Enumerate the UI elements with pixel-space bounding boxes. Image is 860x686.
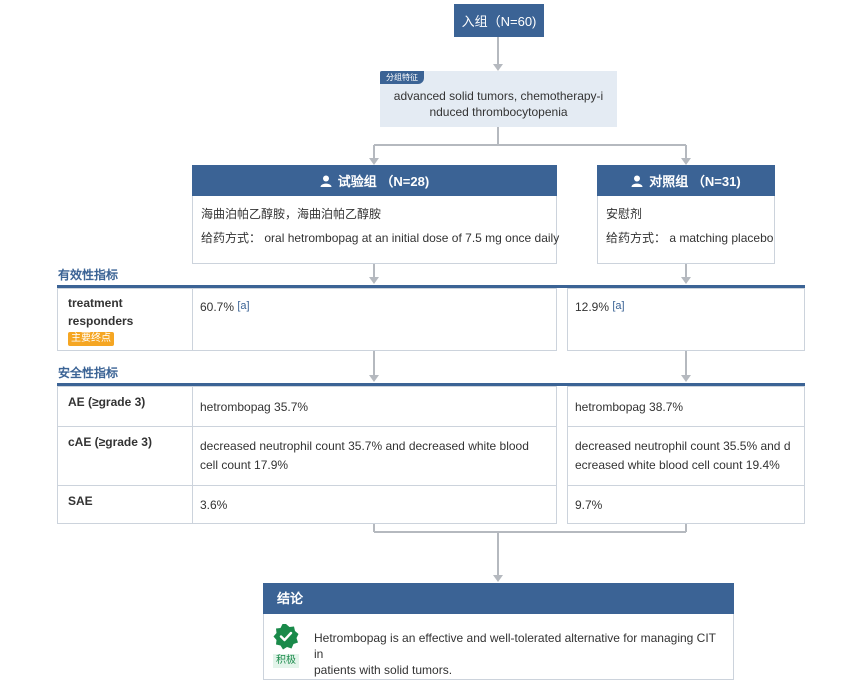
conclusion-line1: Hetrombopag is an effective and well-tol… xyxy=(314,631,716,661)
efficacy-control-value: 12.9% [a] xyxy=(567,288,805,351)
trial-arm-admin: 给药方式： oral hetrombopag at an initial dos… xyxy=(201,230,559,246)
safety-section-title: 安全性指标 xyxy=(58,366,119,380)
cae-trial-value: decreased neutrophil count 35.7% and dec… xyxy=(192,426,557,486)
ae-trial-value: hetrombopag 35.7% xyxy=(192,386,557,427)
sae-trial-value: 3.6% xyxy=(192,485,557,524)
cae-control-line2: ecreased white blood cell count 19.4% xyxy=(575,458,780,472)
conclusion-body: 积极 Hetrombopag is an effective and well-… xyxy=(263,614,734,680)
efficacy-row-label: treatment responders 主要终点 xyxy=(57,288,193,351)
trial-arm: 试验组 （N=28) 海曲泊帕乙醇胺，海曲泊帕乙醇胺 给药方式： oral he… xyxy=(192,165,559,264)
admin-text: oral hetrombopag at an initial dose of 7… xyxy=(261,231,560,245)
positive-rating-label: 积极 xyxy=(273,654,299,668)
control-arm-drug: 安慰剂 xyxy=(606,207,643,221)
admin-label: 给药方式： xyxy=(201,231,262,245)
check-badge-icon xyxy=(273,624,299,650)
cae-trial-line1: decreased neutrophil count 35.7% and dec… xyxy=(200,439,529,453)
footnote-ref[interactable]: [a] xyxy=(612,300,624,312)
row-label-line1: treatment xyxy=(68,296,123,310)
cae-control-line1: decreased neutrophil count 35.5% and d xyxy=(575,439,791,453)
control-arm: 对照组 （N=31) 安慰剂 给药方式： a matching placebo xyxy=(597,165,775,264)
efficacy-value: 12.9% xyxy=(575,300,610,314)
cae-label: cAE (≥grade 3) xyxy=(68,435,152,449)
cae-control-value: decreased neutrophil count 35.5% and d e… xyxy=(567,426,805,486)
admin-label: 给药方式： xyxy=(606,231,667,245)
efficacy-value: 60.7% xyxy=(200,300,235,314)
group-feature-line1: advanced solid tumors, chemotherapy-i xyxy=(393,89,604,103)
ae-label: AE (≥grade 3) xyxy=(68,395,146,409)
enrollment-box: 入组（N=60) xyxy=(454,4,544,37)
admin-text: a matching placebo xyxy=(666,231,774,245)
conclusion-text: Hetrombopag is an effective and well-tol… xyxy=(314,630,724,678)
safety-row-label: AE (≥grade 3) xyxy=(57,386,193,427)
user-icon xyxy=(320,175,332,187)
control-arm-body: 安慰剂 给药方式： a matching placebo xyxy=(597,196,775,264)
trial-arm-title: 试验组 （N=28) xyxy=(337,174,430,189)
enrollment-label: 入组（N=60) xyxy=(461,14,537,29)
sae-control-value: 9.7% xyxy=(567,485,805,524)
efficacy-section-title: 有效性指标 xyxy=(58,268,119,282)
trial-arm-header: 试验组 （N=28) xyxy=(192,165,557,196)
safety-row-label: cAE (≥grade 3) xyxy=(57,426,193,486)
cae-trial-line2: cell count 17.9% xyxy=(200,458,289,472)
ae-control-value: hetrombopag 38.7% xyxy=(567,386,805,427)
footnote-ref[interactable]: [a] xyxy=(237,300,249,312)
trial-arm-drug: 海曲泊帕乙醇胺，海曲泊帕乙醇胺 xyxy=(201,207,382,221)
control-arm-title: 对照组 （N=31) xyxy=(649,174,741,189)
sae-label: SAE xyxy=(68,494,93,508)
group-feature-line2: nduced thrombocytopenia xyxy=(429,105,568,119)
group-feature-tag: 分组特征 xyxy=(380,71,424,84)
trial-arm-body: 海曲泊帕乙醇胺，海曲泊帕乙醇胺 给药方式： oral hetrombopag a… xyxy=(192,196,559,264)
efficacy-trial-value: 60.7% [a] xyxy=(192,288,557,351)
conclusion-header: 结论 xyxy=(263,583,734,614)
user-icon xyxy=(631,175,643,187)
row-label-line2: responders xyxy=(68,314,134,328)
primary-endpoint-badge: 主要终点 xyxy=(68,332,114,346)
control-arm-header: 对照组 （N=31) xyxy=(597,165,775,196)
conclusion-line2: patients with solid tumors. xyxy=(314,663,453,677)
safety-row-label: SAE xyxy=(57,485,193,524)
control-arm-admin: 给药方式： a matching placebo xyxy=(606,230,773,246)
